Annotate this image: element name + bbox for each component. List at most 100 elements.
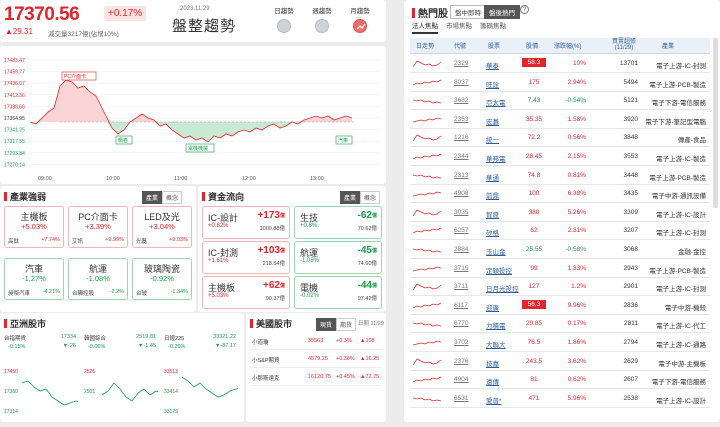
stock-code[interactable]: 3682 [454, 97, 468, 104]
table-row[interactable]: 8037 旺詮 175 2.94% 5494 電子上游-PCB-製造 [410, 74, 710, 92]
stock-name[interactable]: 前鼎 [486, 190, 499, 200]
flow-cell[interactable]: 生技 +0.8% -62億 70.62億 [294, 206, 382, 239]
stock-name[interactable]: 亞太電 [486, 97, 506, 107]
stock-name[interactable]: 宏碁 [486, 116, 499, 126]
annotation-label[interactable]: 鋼卷 [118, 137, 128, 144]
stock-name[interactable]: 華邦電 [486, 153, 506, 163]
table-row[interactable]: 3702 大聯大 76.5 1.86% 2794 電子上游-IC-通路 [410, 334, 710, 352]
stock-name[interactable]: 華泰 [486, 60, 499, 70]
stock-name[interactable]: 華通 [486, 172, 499, 182]
table-row[interactable]: 4904 遠傳 81 0.62% 2607 電子下游-電信服務 [410, 371, 710, 390]
stock-name[interactable]: 智原 [486, 209, 499, 219]
industry-cell[interactable]: 玻璃陶瓷 -0.92% 台玻 -1.34% [132, 258, 192, 300]
stock-name[interactable]: 技嘉 [486, 358, 499, 368]
stock-name[interactable]: 遠傳 [486, 376, 499, 386]
table-row[interactable]: 6257 矽格 62 2.31% 3207 電子上游-IC-封測 [410, 222, 710, 241]
stock-name[interactable]: 迎廣 [486, 302, 499, 312]
industry-cell[interactable]: 主機板 +5.03% 高鈦 +7.74% [4, 206, 64, 248]
stock-name[interactable]: 大聯大 [486, 339, 506, 349]
table-row[interactable]: 2329 華泰 58.3 10% 13701 電子上游-IC-封測 [410, 55, 710, 73]
table-row[interactable]: 2353 宏碁 35.35 1.58% 3920 電子下游-筆記型電腦 [410, 111, 710, 129]
annotation-label[interactable]: 電機機械 [188, 145, 208, 152]
scrollbar[interactable] [713, 38, 718, 208]
stock-name[interactable]: 力積電 [486, 320, 506, 330]
industry-cell[interactable]: PC介面卡 +3.39% 艾訊 +9.99% [68, 206, 128, 248]
stock-code[interactable]: 4908 [454, 190, 468, 197]
us-tab-spot[interactable]: 現貨 [316, 318, 337, 331]
stock-code[interactable]: 3702 [454, 339, 468, 346]
flow-tab-sector[interactable]: 產業 [340, 191, 361, 204]
annotation-label[interactable]: 汽車 [338, 137, 348, 144]
industry-tab-concept[interactable]: 概念 [162, 191, 183, 204]
stock-code[interactable]: 2353 [454, 116, 468, 123]
table-row[interactable]: 2313 華通 74.8 0.81% 3448 電子上游-PCB-製造 [410, 167, 710, 185]
asia-market-card[interactable]: 台指期貨 17334 -0.15% ▼-26 17450 17360 17314 [2, 333, 78, 419]
trend-week-toggle[interactable]: 週趨勢 [302, 5, 342, 33]
stock-code[interactable]: 3035 [454, 209, 468, 216]
stock-code[interactable]: 6257 [454, 227, 468, 234]
industry-cell[interactable]: 航運 -1.08% 台驊控股 -2.2% [68, 258, 128, 300]
table-row[interactable]: 6770 力積電 29.85 0.17% 2811 電子上游-IC-代工 [410, 315, 710, 334]
stock-code[interactable]: 8037 [454, 79, 468, 86]
stock-percent: 0.56% [567, 134, 586, 142]
us-market-value: 16120.75 [308, 374, 331, 380]
flow-cell[interactable]: 航運 -1.08% -45億 74.60億 [294, 241, 382, 274]
stock-code[interactable]: 4904 [454, 376, 468, 383]
stock-name[interactable]: 旺詮 [486, 79, 499, 89]
stock-name[interactable]: 統一 [486, 134, 499, 144]
trend-day-toggle[interactable]: 日趨勢 [264, 5, 304, 33]
stock-code[interactable]: 2329 [454, 60, 468, 67]
stock-code[interactable]: 6770 [454, 320, 468, 327]
us-tab-futures[interactable]: 期貨 [336, 318, 357, 331]
table-row[interactable]: 1216 統一 72.2 0.56% 3848 傳產-食品 [410, 129, 710, 148]
stock-code[interactable]: 6531 [454, 395, 468, 402]
stock-name[interactable]: 矽格 [486, 227, 499, 237]
table-row[interactable]: 3715 定穎投控 99 1.33% 2943 電子上游-PCB-製造 [410, 260, 710, 278]
flow-cell[interactable]: 電機 -0.02% -44億 97.42億 [294, 276, 382, 309]
trend-month-toggle[interactable]: 月趨勢 [340, 5, 380, 33]
industry-cell[interactable]: LED及光 +3.04% 光磊 +9.03% [132, 206, 192, 248]
trend-sparkline [413, 283, 442, 291]
stock-name[interactable]: 玉山金 [486, 246, 506, 256]
intraday-button[interactable]: 盤中即時 [450, 5, 486, 19]
stock-name[interactable]: 愛普* [486, 395, 502, 405]
us-market-row[interactable]: 小S&P期貨 4579.25 +0.36% ▲16.25 [250, 351, 382, 368]
tab-market[interactable]: 市場焦點 [446, 20, 472, 32]
table-row[interactable]: 2376 技嘉 243.5 3.62% 2629 電子中游-主機板 [410, 353, 710, 371]
tab-institutional[interactable]: 法人焦點 [412, 20, 438, 34]
stock-code[interactable]: 6117 [454, 302, 468, 309]
question-icon[interactable]: ? [520, 5, 529, 14]
stock-code[interactable]: 3715 [454, 265, 468, 272]
asia-market-card[interactable]: 韓國綜合 2519.81 -0.06% ▼-1.45 2526 2501 [82, 333, 158, 419]
tab-chips[interactable]: 籌碼焦點 [480, 20, 506, 32]
industry-cell[interactable]: 汽車 -1.27% 昶傑汽車 -4.21% [4, 258, 64, 300]
stock-code[interactable]: 2884 [454, 246, 468, 253]
stock-code[interactable]: 3711 [454, 283, 468, 290]
asia-market-card[interactable]: 日經225 33321.22 -0.26% ▼-87.17 33513 33414 3317… [162, 333, 238, 419]
flow-tab-concept[interactable]: 概念 [360, 191, 381, 204]
us-market-row[interactable]: 小道瓊 35563 +0.3% ▲108 [250, 333, 382, 350]
table-row[interactable]: 2884 玉山金 25.55 -0.58% 3068 金融-金控 [410, 241, 710, 259]
table-row[interactable]: 3035 智原 380 5.26% 3309 電子上游-IC-設計 [410, 204, 710, 222]
table-row[interactable]: 3711 日月光投控 127 1.2% 2901 電子上游-IC-封測 [410, 278, 710, 297]
us-market-row[interactable]: 小那斯達克 16120.75 +0.45% ▲72.75 [250, 369, 382, 386]
flow-cell[interactable]: 主機板 +5.03% +62億 90.37億 [202, 276, 290, 309]
table-row[interactable]: 2344 華邦電 28.45 2.15% 3553 電子上游-IC-製造 [410, 148, 710, 166]
table-row[interactable]: 4908 前鼎 100 6.38% 3435 電子中游-通訊設備 [410, 185, 710, 204]
stock-code[interactable]: 1216 [454, 134, 468, 141]
after-hours-button[interactable]: 盤後熱門 [484, 5, 520, 19]
industry-tab-sector[interactable]: 產業 [142, 191, 163, 204]
stock-code[interactable]: 2376 [454, 358, 468, 365]
sparkline-path [413, 248, 442, 253]
table-row[interactable]: 6531 愛普* 471 5.96% 2538 電子上游-IC-設計 [410, 390, 710, 408]
stock-name[interactable]: 定穎投控 [486, 265, 512, 275]
stock-name[interactable]: 日月光投控 [486, 283, 519, 293]
flow-cell[interactable]: IC-設計 +0.82% +173億 1000.88億 [202, 206, 290, 239]
stock-code[interactable]: 2344 [454, 153, 468, 160]
table-row[interactable]: 6117 迎廣 56.3 9.96% 2836 電子中游-機殼 [410, 297, 710, 315]
annotation-label[interactable]: PC介面卡 [64, 73, 86, 80]
flow-cell[interactable]: IC-封測 +1.61% +103億 218.54億 [202, 241, 290, 274]
stock-code[interactable]: 2313 [454, 172, 468, 179]
us-market-value: 35563 [308, 338, 324, 344]
table-row[interactable]: 3682 亞太電 7.43 -0.54% 5121 電子下游-電信服務 [410, 92, 710, 111]
